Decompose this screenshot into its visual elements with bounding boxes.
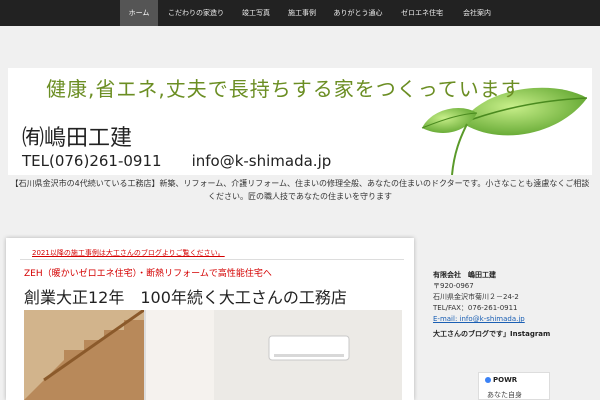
page-headline: 創業大正12年 100年続く大工さんの工務店	[24, 288, 347, 307]
nav-item-kodawari[interactable]: こだわりの家造り	[160, 0, 232, 26]
email-link[interactable]: E-mail: info@k-shimada.jp	[433, 314, 593, 325]
blog-notice-link[interactable]: 2021以降の施工事例は大工さんのブログよりご覧ください。	[32, 248, 225, 258]
address: 石川県金沢市菊川２－24-2	[433, 293, 519, 301]
nav-item-thanks[interactable]: ありがとう通心	[326, 0, 390, 26]
nav-item-zeroene[interactable]: ゼロエネ住宅	[392, 0, 452, 26]
powr-logo: POWR	[485, 376, 517, 384]
nav-item-photos[interactable]: 竣工写真	[236, 0, 276, 26]
powr-subtext: あなた自身	[487, 391, 522, 399]
banner-email: info@k-shimada.jp	[191, 152, 332, 170]
tel-fax: TEL/FAX：076-261-0911	[433, 304, 518, 312]
header-banner: 健康,省エネ,丈夫で長持ちする家をつくっています ㈲嶋田工建 TEL(076)2…	[8, 68, 592, 175]
sidebar-company-info: 有限会社 嶋田工建 〒920-0967 石川県金沢市菊川２－24-2 TEL/F…	[433, 270, 593, 340]
powr-widget[interactable]: POWR あなた自身	[478, 372, 550, 400]
intro-text: 【石川県金沢市の4代続いている工務店】新築、リフォーム、介護リフォーム、住まいの…	[10, 179, 590, 201]
blog-instagram-link[interactable]: 大工さんのブログです」Instagram	[433, 329, 593, 340]
top-nav: ホーム こだわりの家造り 竣工写真 施工事例 ありがとう通心 ゼロエネ住宅 会社…	[0, 0, 600, 26]
divider	[20, 259, 404, 260]
banner-company-name: ㈲嶋田工建	[22, 126, 133, 151]
banner-tagline: 健康,省エネ,丈夫で長持ちする家をつくっています	[46, 77, 522, 101]
zeh-heading: ZEH（暖かいゼロエネ住宅）・断熱リフォームで高性能住宅へ	[24, 269, 272, 279]
banner-tel: TEL(076)261-0911	[22, 152, 162, 170]
company-name: 有限会社 嶋田工建	[433, 271, 496, 279]
postal-code: 〒920-0967	[433, 282, 474, 290]
nav-item-cases[interactable]: 施工事例	[280, 0, 324, 26]
main-content-card: 2021以降の施工事例は大工さんのブログよりご覧ください。 ZEH（暖かいゼロエ…	[6, 238, 414, 400]
interior-photo	[24, 310, 402, 400]
banner-contact: TEL(076)261-0911 info@k-shimada.jp	[22, 152, 331, 170]
nav-item-home[interactable]: ホーム	[120, 0, 158, 26]
powr-dot-icon	[485, 377, 491, 383]
nav-item-company[interactable]: 会社案内	[454, 0, 500, 26]
